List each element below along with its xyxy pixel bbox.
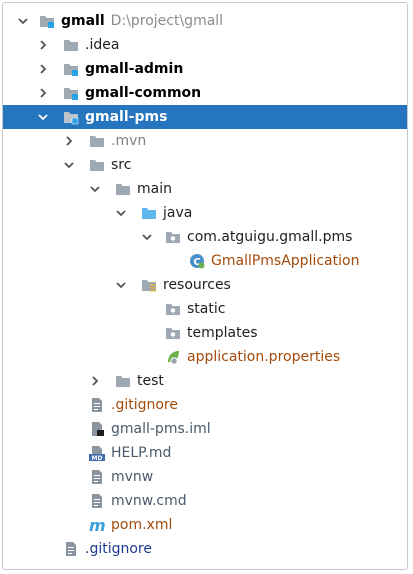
tree-item-gmall[interactable]: gmall D:\project\gmall: [3, 9, 407, 33]
chevron-down-icon[interactable]: [141, 231, 153, 243]
chevron-down-icon[interactable]: [89, 183, 101, 195]
tree-item-label: HELP.md: [111, 445, 172, 461]
tree-item-label: .gitignore: [85, 541, 152, 557]
svg-text:m: m: [89, 517, 106, 533]
spring-class-icon: C: [189, 253, 205, 269]
chevron-down-icon[interactable]: [115, 207, 127, 219]
folder-icon: [115, 181, 131, 197]
chevron-right-icon[interactable]: [37, 87, 49, 99]
tree-item-label: gmall-pms.iml: [111, 421, 211, 437]
tree-item-gitignore-pms[interactable]: .gitignore: [3, 393, 407, 417]
tree-item-label: application.properties: [187, 349, 341, 365]
module-folder-icon: [63, 109, 79, 125]
project-tree: gmallD:\project\gmall .idea gmall-admin: [3, 9, 407, 561]
tree-item-label: .idea: [85, 37, 120, 53]
tree-item-label: src: [111, 157, 132, 173]
tree-item-gmall-pms-iml[interactable]: gmall-pms.iml: [3, 417, 407, 441]
tree-item-mvnw[interactable]: mvnw: [3, 465, 407, 489]
tree-item-src[interactable]: src: [3, 153, 407, 177]
tree-item-application-properties[interactable]: application.properties: [3, 345, 407, 369]
folder-icon: [89, 157, 105, 173]
tree-item-label: pom.xml: [111, 517, 173, 533]
tree-item-label: .gitignore: [111, 397, 178, 413]
tree-item-pom-xml[interactable]: m pom.xml: [3, 513, 407, 537]
chevron-down-icon[interactable]: [17, 15, 29, 27]
tree-item-idea[interactable]: .idea: [3, 33, 407, 57]
chevron-down-icon[interactable]: [37, 111, 49, 123]
tree-item-gmall-admin[interactable]: gmall-admin: [3, 57, 407, 81]
svg-text:MD: MD: [92, 455, 103, 461]
tree-item-gmall-common[interactable]: gmall-common: [3, 81, 407, 105]
tree-item-label: resources: [163, 277, 231, 293]
module-folder-icon: [63, 61, 79, 77]
markdown-file-icon: MD: [89, 445, 105, 462]
folder-icon: [165, 325, 181, 341]
package-icon: [165, 229, 181, 245]
tree-item-label: static: [187, 301, 226, 317]
project-tree-panel: gmallD:\project\gmall .idea gmall-admin: [2, 2, 408, 570]
chevron-down-icon[interactable]: [115, 279, 127, 291]
tree-item-label: .mvn: [111, 133, 147, 149]
tree-item-label: test: [137, 373, 164, 389]
text-file-icon: [63, 541, 79, 557]
tree-item-label: mvnw: [111, 469, 154, 485]
tree-item-resources[interactable]: resources: [3, 273, 407, 297]
tree-item-java[interactable]: java: [3, 201, 407, 225]
tree-item-templates[interactable]: templates: [3, 321, 407, 345]
tree-item-gmall-pms-application[interactable]: C GmallPmsApplication: [3, 249, 407, 273]
tree-item-mvnw-cmd[interactable]: mvnw.cmd: [3, 489, 407, 513]
chevron-down-icon[interactable]: [63, 159, 75, 171]
tree-item-package[interactable]: com.atguigu.gmall.pms: [3, 225, 407, 249]
folder-icon: [63, 37, 79, 53]
text-file-icon: [89, 469, 105, 485]
iml-file-icon: [89, 421, 105, 437]
chevron-right-icon[interactable]: [37, 63, 49, 75]
tree-item-label: templates: [187, 325, 258, 341]
tree-item-label: java: [163, 205, 193, 221]
module-folder-icon: [63, 85, 79, 101]
tree-item-gitignore-root[interactable]: .gitignore: [3, 537, 407, 561]
folder-icon: [165, 301, 181, 317]
tree-item-main[interactable]: main: [3, 177, 407, 201]
tree-item-mvn[interactable]: .mvn: [3, 129, 407, 153]
tree-item-label: GmallPmsApplication: [211, 253, 360, 269]
tree-item-static[interactable]: static: [3, 297, 407, 321]
folder-icon: [89, 133, 105, 149]
chevron-right-icon[interactable]: [63, 135, 75, 147]
tree-item-label: main: [137, 181, 172, 197]
maven-icon: m: [89, 516, 106, 535]
tree-item-label: com.atguigu.gmall.pms: [187, 229, 353, 245]
tree-item-label: mvnw.cmd: [111, 493, 187, 509]
tree-item-gmall-pms[interactable]: gmall-pms: [3, 105, 407, 129]
spring-properties-icon: [165, 349, 181, 365]
chevron-right-icon[interactable]: [89, 375, 101, 387]
text-file-icon: [89, 493, 105, 509]
project-path: D:\project\gmall: [110, 13, 224, 29]
source-folder-icon: [141, 205, 157, 221]
module-folder-icon: [39, 13, 55, 29]
resources-folder-icon: [141, 277, 157, 293]
folder-icon: [115, 373, 131, 389]
text-file-icon: [89, 397, 105, 413]
tree-item-label: gmall-common: [85, 85, 202, 101]
tree-item-test[interactable]: test: [3, 369, 407, 393]
tree-item-label: gmall D:\project\gmall: [61, 13, 224, 29]
chevron-right-icon[interactable]: [37, 39, 49, 51]
tree-item-label: gmall-pms: [85, 109, 168, 125]
tree-item-help-md[interactable]: MD HELP.md: [3, 441, 407, 465]
tree-item-label: gmall-admin: [85, 61, 184, 77]
